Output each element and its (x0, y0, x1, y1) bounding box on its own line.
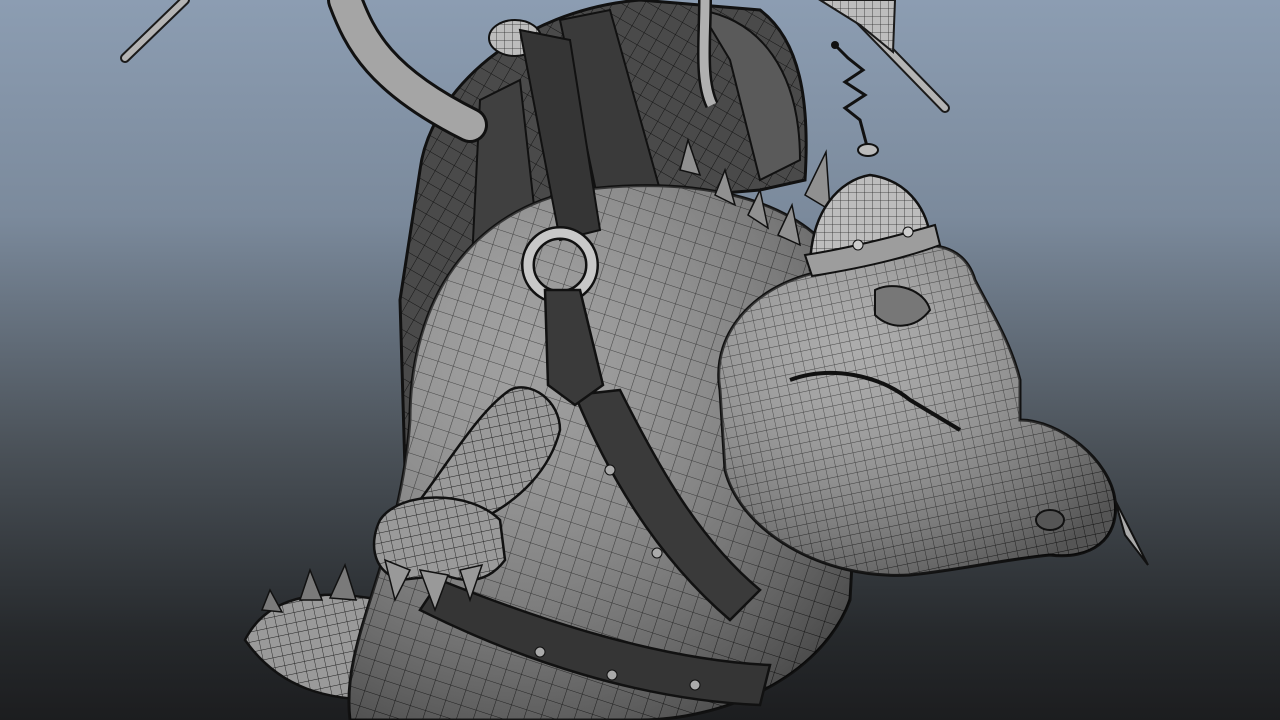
weapon-blade-icon[interactable] (818, 0, 950, 113)
3d-viewport[interactable] (0, 0, 1280, 720)
weapon-axe-icon[interactable] (120, 0, 190, 63)
head[interactable] (717, 243, 1149, 577)
spring-antenna-icon[interactable] (831, 41, 879, 157)
model-scene[interactable] (0, 0, 1280, 720)
